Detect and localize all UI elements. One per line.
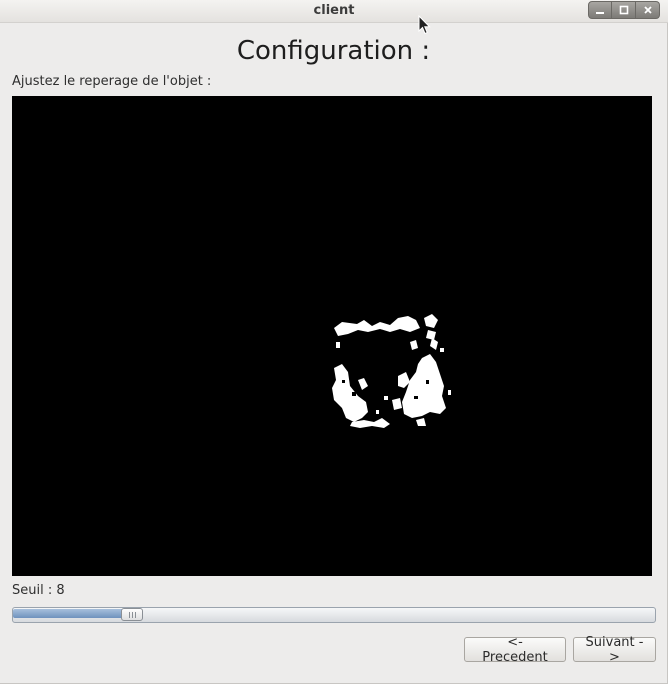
- threshold-label: Seuil : 8: [12, 583, 65, 598]
- camera-mask-image: [12, 96, 652, 576]
- title-bar[interactable]: client: [0, 0, 668, 23]
- mouse-pointer-icon: [418, 15, 431, 35]
- slider-thumb[interactable]: [121, 608, 143, 621]
- previous-button[interactable]: <- Precedent: [464, 635, 566, 665]
- minimize-icon[interactable]: [588, 1, 612, 19]
- next-button[interactable]: Suivant ->: [573, 635, 656, 665]
- slider-fill: [13, 609, 133, 618]
- page-title: Configuration :: [236, 36, 431, 66]
- camera-preview: [12, 96, 652, 576]
- application-window: client Configuration : Ajustez le repera…: [0, 0, 668, 684]
- threshold-label-text: Seuil : 8: [12, 583, 65, 598]
- maximize-icon[interactable]: [612, 1, 636, 19]
- slider-grip-icon: [134, 611, 136, 618]
- slider-grip-icon: [131, 611, 133, 618]
- slider-grip-icon: [128, 611, 130, 618]
- window-controls: [588, 1, 660, 19]
- window-title: client: [313, 3, 355, 18]
- instruction-label: Ajustez le reperage de l'objet :: [12, 74, 212, 89]
- close-icon[interactable]: [636, 1, 660, 19]
- threshold-slider[interactable]: [12, 605, 656, 625]
